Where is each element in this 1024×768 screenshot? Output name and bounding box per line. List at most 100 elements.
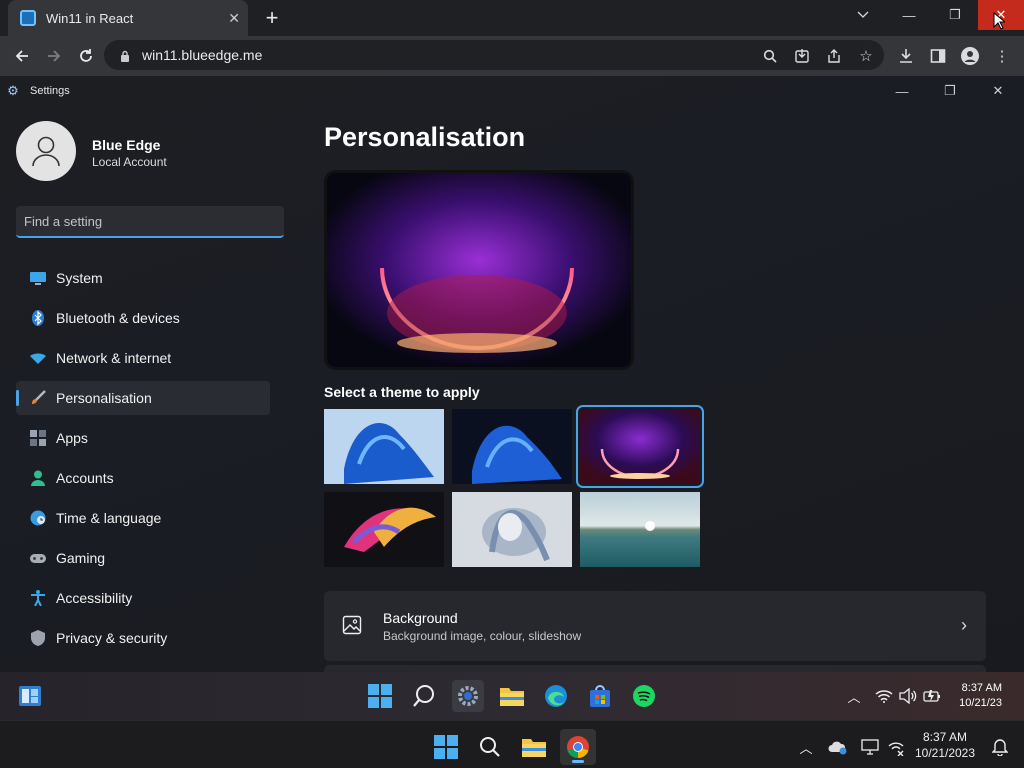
chevron-up-icon[interactable]: ︿ — [788, 729, 824, 765]
host-taskbar: ︿ 8:37 AM 10/21/2023 — [0, 720, 1024, 768]
theme-section-label: Select a theme to apply — [324, 384, 480, 400]
outer-taskbar-time[interactable]: 8:37 AM — [910, 730, 980, 744]
forward-button[interactable] — [40, 42, 68, 70]
search-icon[interactable] — [756, 42, 784, 70]
nav-item-label: Accounts — [56, 470, 114, 486]
settings-gear-icon: ⚙ — [7, 83, 19, 98]
background-card-subtitle: Background image, colour, slideshow — [383, 629, 582, 643]
person-icon — [30, 470, 46, 486]
nav-item-network[interactable]: Network & internet — [16, 341, 270, 375]
nav-item-system[interactable]: System — [16, 261, 270, 295]
find-setting-search[interactable] — [16, 206, 284, 238]
theme-thumbnail-dark-bloom[interactable] — [452, 409, 572, 484]
page-title: Personalisation — [324, 122, 526, 152]
restore-button[interactable]: ❐ — [932, 0, 978, 30]
inner-taskbar-date[interactable]: 10/21/23 — [959, 697, 1002, 709]
store-icon[interactable] — [584, 680, 616, 712]
accessibility-icon — [30, 590, 46, 607]
bookmark-star-icon[interactable]: ☆ — [852, 42, 880, 70]
user-account-type: Local Account — [92, 155, 167, 169]
start-button-icon[interactable] — [428, 729, 464, 765]
nav-item-accounts[interactable]: Accounts — [16, 461, 270, 495]
nav-item-label: Gaming — [56, 550, 106, 566]
chrome-icon[interactable] — [560, 729, 596, 765]
downloads-icon[interactable] — [892, 42, 920, 70]
nav-item-label: Personalisation — [56, 390, 152, 406]
chevron-right-icon: › — [961, 614, 967, 635]
tab-search-chevron-icon[interactable] — [840, 0, 886, 30]
nav-item-personalisation[interactable]: Personalisation — [16, 381, 270, 415]
nav-item-label: Apps — [56, 430, 88, 446]
bluetooth-icon — [30, 310, 46, 326]
shield-icon — [30, 630, 46, 646]
side-panel-icon[interactable] — [924, 42, 952, 70]
theme-thumbnail-light-bloom[interactable] — [324, 409, 444, 484]
emulated-taskbar: ︿ 8:37 AM 10/21/23 — [0, 672, 1024, 720]
install-app-icon[interactable] — [788, 42, 816, 70]
tab-title: Win11 in React — [46, 10, 134, 26]
spotify-icon[interactable] — [628, 680, 660, 712]
settings-minimize-button[interactable]: — — [882, 80, 922, 102]
reload-button[interactable] — [72, 42, 100, 70]
paintbrush-icon — [30, 390, 46, 406]
nav-item-bluetooth[interactable]: Bluetooth & devices — [16, 301, 270, 335]
onedrive-icon[interactable] — [820, 729, 856, 765]
search-icon[interactable] — [472, 729, 508, 765]
settings-maximize-button[interactable]: ❐ — [930, 80, 970, 102]
settings-app-icon[interactable] — [452, 680, 484, 712]
battery-icon[interactable] — [916, 680, 948, 712]
site-favicon-icon — [20, 10, 36, 26]
url-text[interactable]: win11.blueedge.me — [142, 47, 262, 63]
search-icon[interactable] — [408, 680, 440, 712]
edge-browser-icon[interactable] — [540, 680, 572, 712]
notification-bell-icon[interactable] — [982, 729, 1018, 765]
nav-item-privacy[interactable]: Privacy & security — [16, 621, 270, 655]
file-explorer-icon[interactable] — [516, 729, 552, 765]
mouse-cursor-icon — [993, 11, 1007, 35]
browser-tab[interactable]: Win11 in React ✕ — [8, 0, 248, 36]
settings-window-title: Settings — [30, 85, 70, 97]
globe-clock-icon — [30, 510, 46, 526]
theme-thumbnail-captured-motion[interactable] — [324, 492, 444, 567]
nav-item-label: System — [56, 270, 103, 286]
minimize-button[interactable]: — — [886, 0, 932, 30]
share-icon[interactable] — [820, 42, 848, 70]
nav-item-time-language[interactable]: Time & language — [16, 501, 270, 535]
outer-taskbar-date[interactable]: 10/21/2023 — [910, 746, 980, 760]
nav-item-label: Accessibility — [56, 590, 133, 606]
search-input[interactable] — [16, 206, 284, 236]
new-tab-button[interactable]: + — [258, 4, 286, 32]
theme-thumbnail-glow[interactable] — [576, 405, 704, 488]
nav-item-apps[interactable]: Apps — [16, 421, 270, 455]
lock-icon[interactable] — [120, 49, 130, 62]
user-name: Blue Edge — [92, 137, 161, 153]
theme-preview-image — [324, 170, 634, 370]
nav-item-label: Privacy & security — [56, 630, 168, 646]
gamepad-icon — [30, 550, 46, 566]
file-explorer-icon[interactable] — [496, 680, 528, 712]
nav-item-label: Bluetooth & devices — [56, 310, 180, 326]
inner-taskbar-time[interactable]: 8:37 AM — [962, 682, 1002, 694]
avatar[interactable] — [16, 121, 76, 181]
chevron-up-icon[interactable]: ︿ — [838, 680, 870, 712]
theme-thumbnail-flow[interactable] — [452, 492, 572, 567]
nav-item-gaming[interactable]: Gaming — [16, 541, 270, 575]
theme-thumbnail-sunrise[interactable] — [580, 492, 700, 567]
apps-icon — [30, 430, 46, 446]
settings-close-button[interactable]: ✕ — [978, 80, 1018, 102]
browser-menu-icon[interactable]: ⋮ — [988, 42, 1016, 70]
network-disconnected-icon[interactable] — [878, 729, 914, 765]
widgets-icon[interactable] — [14, 680, 46, 712]
profile-icon[interactable] — [956, 42, 984, 70]
back-button[interactable] — [8, 42, 36, 70]
background-settings-card[interactable]: Background Background image, colour, sli… — [324, 591, 986, 661]
page-viewport: ⚙ Settings — ❐ ✕ Blue Edge Local Account… — [0, 76, 1024, 720]
nav-item-label: Time & language — [56, 510, 162, 526]
wifi-icon — [30, 350, 46, 366]
tab-close-icon[interactable]: ✕ — [228, 10, 240, 27]
start-button-icon[interactable] — [364, 680, 396, 712]
monitor-icon — [30, 270, 46, 286]
nav-item-accessibility[interactable]: Accessibility — [16, 581, 270, 615]
picture-icon — [342, 615, 362, 635]
background-card-title: Background — [383, 610, 458, 626]
